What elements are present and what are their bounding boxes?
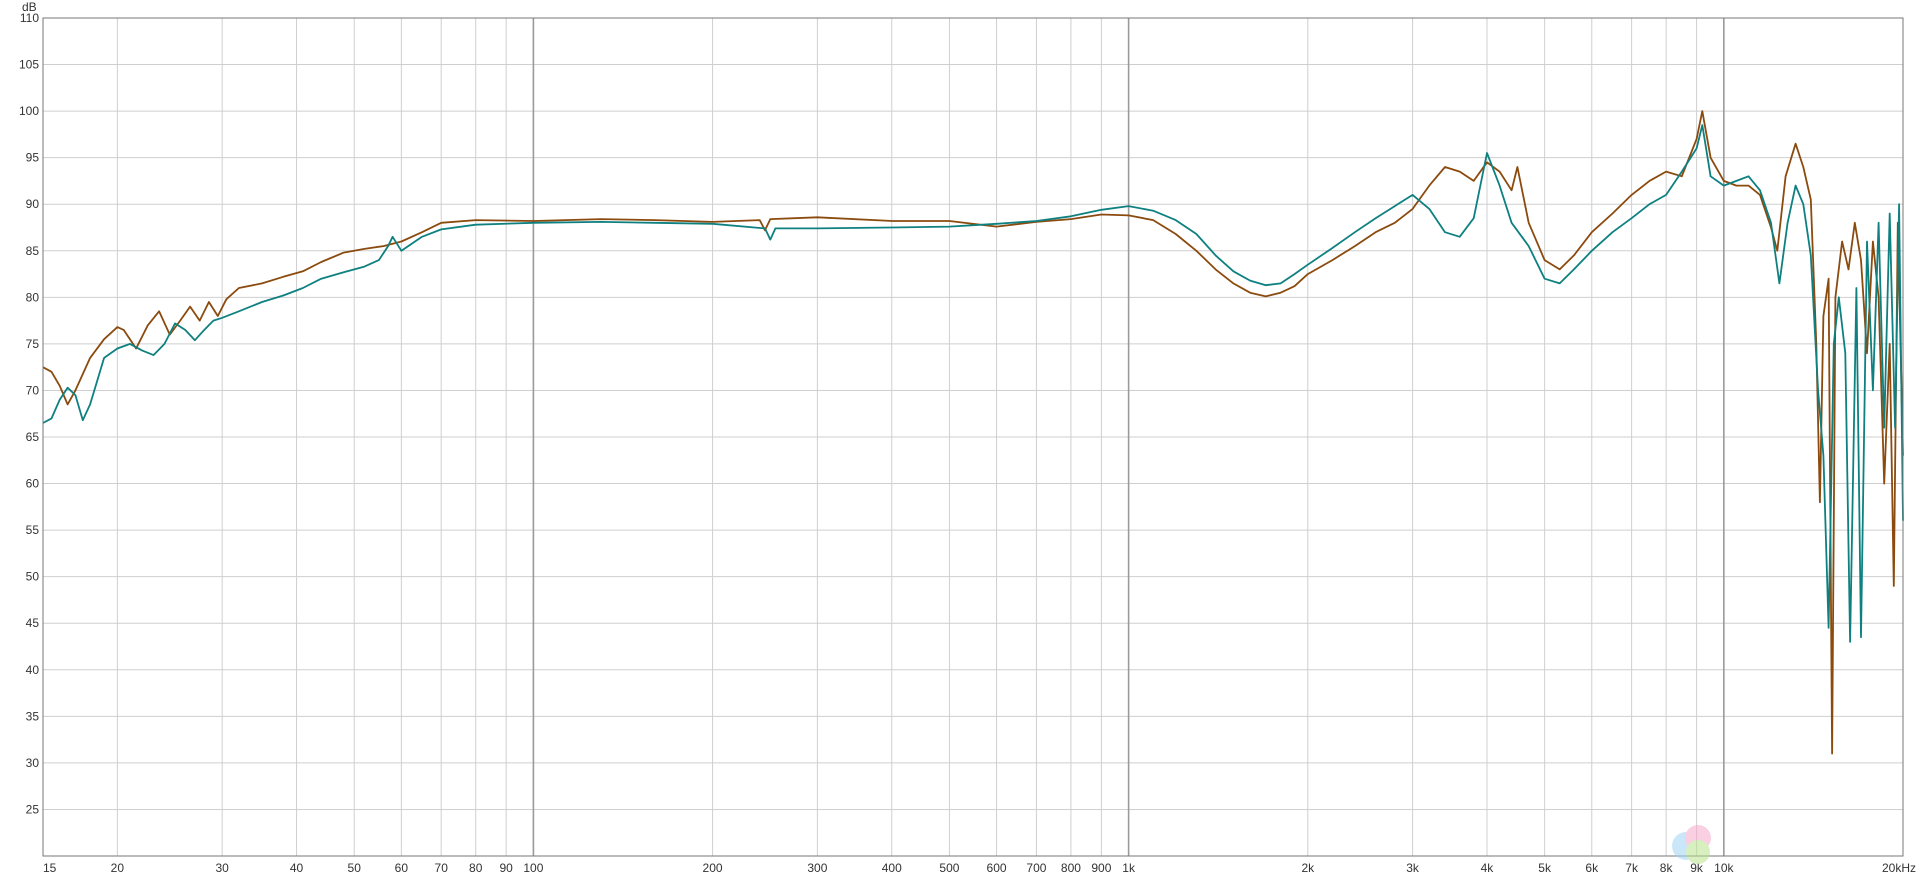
x-tick-label: 2k bbox=[1301, 861, 1315, 875]
y-tick-label: 50 bbox=[26, 570, 40, 584]
x-tick-label: 80 bbox=[469, 861, 483, 875]
x-tick-label: 20kHz bbox=[1882, 861, 1916, 875]
y-tick-label: 85 bbox=[26, 244, 40, 258]
x-tick-label: 60 bbox=[395, 861, 409, 875]
x-tick-label: 5k bbox=[1538, 861, 1552, 875]
x-tick-label: 6k bbox=[1585, 861, 1599, 875]
y-tick-label: 80 bbox=[26, 290, 40, 304]
y-tick-label: 55 bbox=[26, 523, 40, 537]
y-tick-label: 45 bbox=[26, 616, 40, 630]
x-axis-tick-labels: 15 20 30 40 50 60 70 80 90 100 200 300 400 500 600 700 8… bbox=[43, 861, 1916, 875]
y-axis-tick-labels: 253035404550556065707580859095100105110 bbox=[19, 11, 39, 816]
y-tick-label: 105 bbox=[19, 58, 39, 72]
watermark-logo bbox=[1672, 825, 1711, 864]
y-tick-label: 30 bbox=[26, 756, 40, 770]
y-tick-label: 90 bbox=[26, 197, 40, 211]
x-tick-label: 15 bbox=[43, 861, 57, 875]
x-tick-label: 700 bbox=[1026, 861, 1046, 875]
frequency-response-chart: 25 30 35 40 45 50 55 60 65 70 75 80 85 90 95 100 105 110 … bbox=[0, 0, 1920, 879]
y-tick-label: 60 bbox=[26, 477, 40, 491]
y-tick-label: 40 bbox=[26, 663, 40, 677]
x-tick-label: 7k bbox=[1625, 861, 1639, 875]
x-tick-label: 900 bbox=[1091, 861, 1111, 875]
x-tick-label: 50 bbox=[348, 861, 362, 875]
chart-svg: 253035404550556065707580859095100105110 … bbox=[19, 0, 1916, 875]
y-tick-label: 65 bbox=[26, 430, 40, 444]
x-tick-label: 90 bbox=[499, 861, 513, 875]
x-tick-label: 40 bbox=[290, 861, 304, 875]
x-tick-label: 3k bbox=[1406, 861, 1420, 875]
y-tick-label: 95 bbox=[26, 151, 40, 165]
x-tick-label: 400 bbox=[882, 861, 902, 875]
x-tick-label: 30 bbox=[215, 861, 229, 875]
x-tick-label: 200 bbox=[703, 861, 723, 875]
x-tick-label: 600 bbox=[987, 861, 1007, 875]
y-tick-label: 25 bbox=[26, 802, 40, 816]
x-tick-label: 500 bbox=[939, 861, 959, 875]
x-tick-label: 100 bbox=[523, 861, 543, 875]
x-tick-label: 300 bbox=[807, 861, 827, 875]
x-tick-label: 1k bbox=[1122, 861, 1136, 875]
x-tick-label: 70 bbox=[435, 861, 449, 875]
y-tick-label: 70 bbox=[26, 383, 40, 397]
y-tick-label: 75 bbox=[26, 337, 40, 351]
x-tick-label: 20 bbox=[111, 861, 125, 875]
y-tick-label: 35 bbox=[26, 709, 40, 723]
y-tick-label: 100 bbox=[19, 104, 39, 118]
y-axis-unit-label: dB bbox=[22, 0, 37, 14]
x-tick-label: 4k bbox=[1481, 861, 1495, 875]
x-tick-label: 800 bbox=[1061, 861, 1081, 875]
